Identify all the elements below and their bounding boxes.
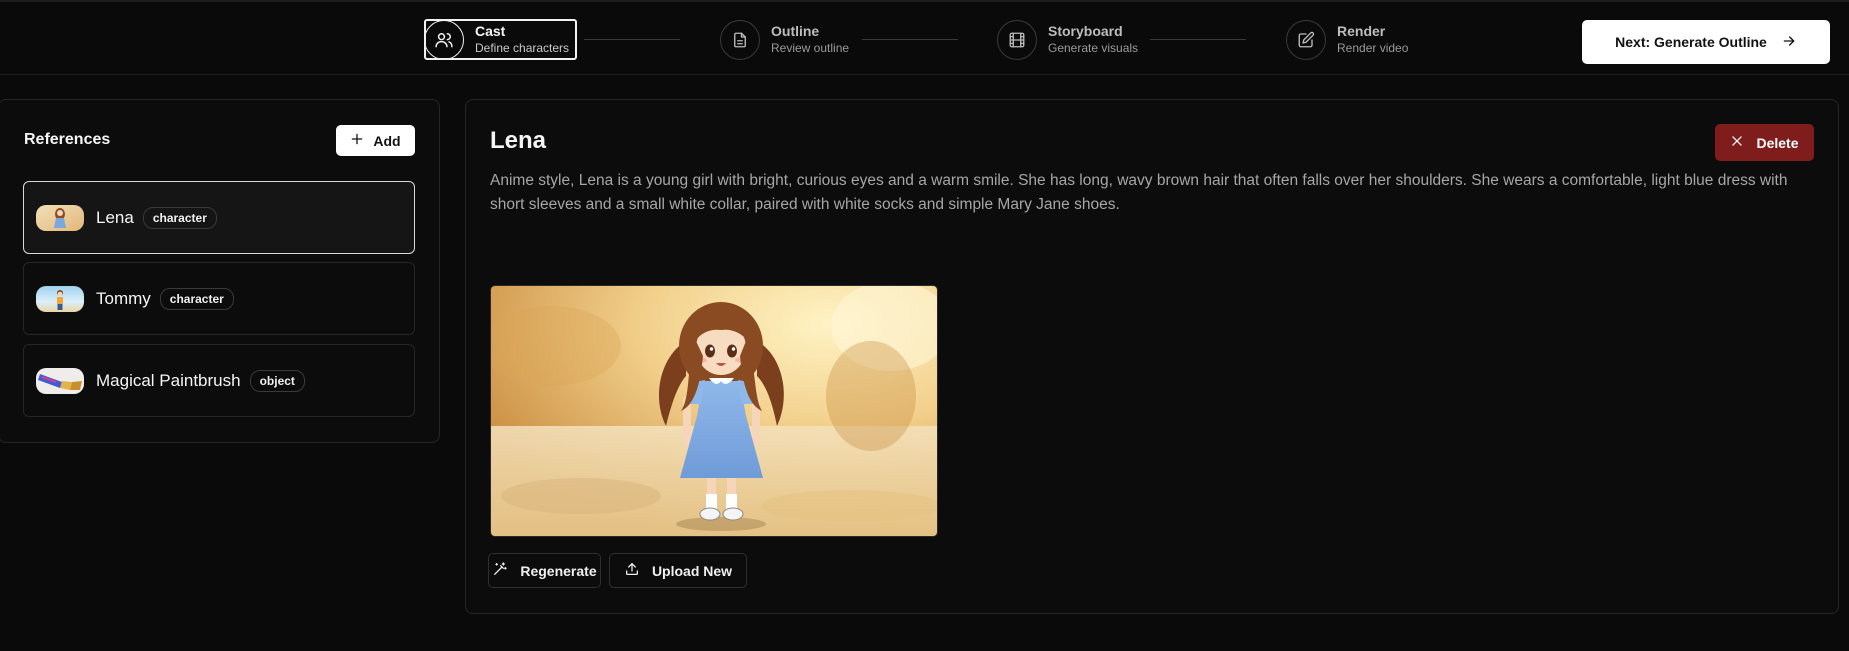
reference-detail-panel: Lena Delete Anime style, Lena is a young… [465,99,1839,614]
reference-name: Magical Paintbrush [96,370,241,390]
regenerate-label: Regenerate [520,562,597,579]
step-subtitle: Define characters [475,41,570,55]
magic-wand-icon [492,561,508,580]
step-connector [862,39,958,40]
reference-item-tommy[interactable]: Tommy character [23,262,415,335]
step-render[interactable]: Render Render video [1286,19,1408,60]
reference-name: Lena [96,207,134,227]
step-cast[interactable]: Cast Define characters [424,19,569,60]
reference-thumbnail [36,367,84,394]
upload-new-label: Upload New [651,562,733,579]
step-title: Storyboard [1048,23,1123,39]
step-outline[interactable]: Outline Review outline [720,19,849,60]
reference-type-badge: character [159,287,234,310]
step-subtitle: Generate visuals [1048,41,1139,55]
document-icon [720,19,760,60]
film-icon [997,19,1037,60]
reference-item-magical-paintbrush[interactable]: Magical Paintbrush object [23,344,415,417]
upload-icon [624,561,640,580]
add-reference-button[interactable]: Add [336,125,415,156]
step-title: Outline [771,23,820,39]
step-subtitle: Review outline [771,41,850,55]
reference-detail-title: Lena [490,127,547,154]
references-title: References [24,131,111,148]
upload-new-button[interactable]: Upload New [609,553,747,588]
references-panel: References Add Lena character Tommy char… [0,99,440,443]
delete-button-label: Delete [1756,134,1799,151]
close-icon [1730,134,1744,151]
step-connector [584,39,680,40]
step-connector [1150,39,1246,40]
delete-button[interactable]: Delete [1715,124,1814,161]
regenerate-button[interactable]: Regenerate [488,553,601,588]
reference-item-lena[interactable]: Lena character [23,181,415,254]
plus-icon [350,132,364,149]
arrow-right-icon [1781,33,1797,52]
reference-name: Tommy [96,288,151,308]
add-button-label: Add [373,132,401,149]
edit-icon [1286,19,1326,60]
users-icon [424,19,464,60]
reference-type-badge: character [142,206,217,229]
reference-image [490,285,938,537]
step-subtitle: Render video [1337,41,1409,55]
reference-description: Anime style, Lena is a young girl with b… [490,172,1788,213]
reference-type-badge: object [249,369,305,392]
step-storyboard[interactable]: Storyboard Generate visuals [997,19,1138,60]
progress-stepper: Cast Define characters Outline Review ou… [0,0,1849,75]
reference-thumbnail [36,285,84,312]
next-button-label: Next: Generate Outline [1615,34,1767,50]
step-title: Cast [475,23,506,39]
reference-thumbnail [36,204,84,231]
next-generate-outline-button[interactable]: Next: Generate Outline [1582,20,1830,64]
step-title: Render [1337,23,1386,39]
